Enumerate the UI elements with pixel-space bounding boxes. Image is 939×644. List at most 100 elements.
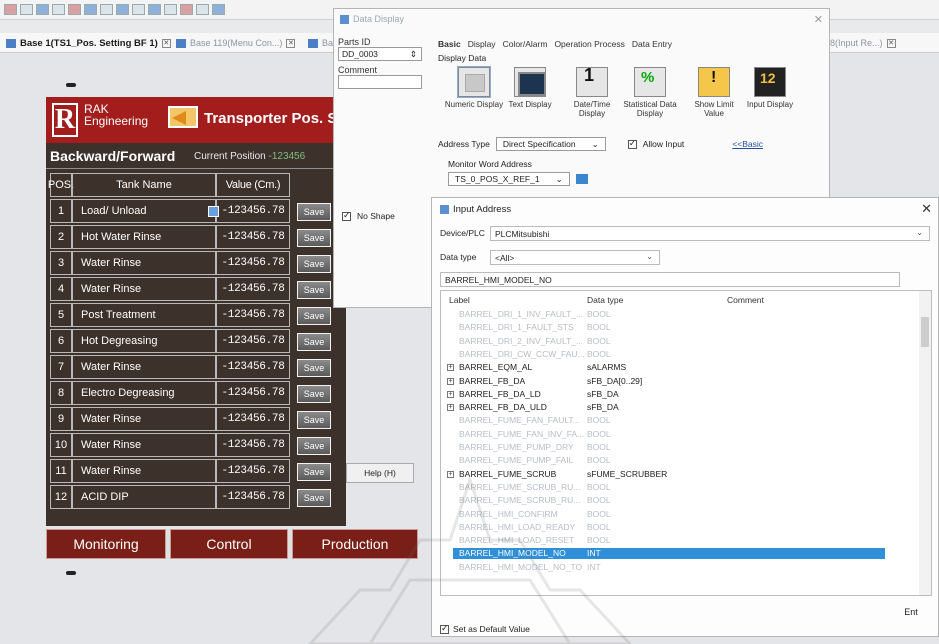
basic-link[interactable]: <<Basic bbox=[732, 139, 763, 149]
tab-base-119[interactable]: Base 119(Menu Con...) ✕ bbox=[176, 36, 296, 50]
list-item[interactable]: BARREL_FUME_PUMP_DRY BOOL bbox=[441, 442, 921, 453]
list-item[interactable]: BARREL_FUME_PUMP_FAIL BOOL bbox=[441, 455, 921, 466]
comment-field[interactable] bbox=[338, 75, 422, 89]
option-statistical-display[interactable]: Statistical Data Display bbox=[620, 67, 680, 118]
list-item[interactable]: + BARREL_FB_DA sFB_DA[0..29] bbox=[441, 376, 921, 387]
row-value-input[interactable]: -123456.78 bbox=[216, 355, 290, 379]
row-value-input[interactable]: -123456.78 bbox=[216, 277, 290, 301]
toolbar-icon[interactable] bbox=[4, 4, 17, 15]
option-input-display[interactable]: Input Display bbox=[740, 67, 800, 109]
expand-icon[interactable]: + bbox=[447, 364, 454, 372]
list-item[interactable]: + BARREL_FB_DA_LD sFB_DA bbox=[441, 389, 921, 400]
tab-color-alarm[interactable]: Color/Alarm bbox=[503, 39, 548, 49]
monitor-address-select[interactable]: TS_0_POS_X_REF_1 ⌄ bbox=[448, 172, 570, 186]
toolbar-icon[interactable] bbox=[180, 4, 193, 15]
toolbar-icon[interactable] bbox=[132, 4, 145, 15]
toolbar-icon[interactable] bbox=[84, 4, 97, 15]
save-button[interactable]: Save bbox=[297, 489, 331, 507]
vertical-scrollbar[interactable] bbox=[919, 291, 931, 595]
list-item[interactable]: BARREL_DRI_1_FAULT_STS BOOL bbox=[441, 322, 921, 333]
edit-marker-icon[interactable] bbox=[208, 206, 219, 217]
list-item[interactable]: + BARREL_EQM_AL sALARMS bbox=[441, 362, 921, 373]
nav-control-button[interactable]: Control bbox=[170, 529, 288, 559]
list-item[interactable]: BARREL_DRI_1_INV_FAULT_... BOOL bbox=[441, 309, 921, 320]
parts-id-field[interactable]: DD_0003 ⇕ bbox=[338, 47, 422, 61]
list-item[interactable]: BARREL_HMI_LOAD_RESET BOOL bbox=[441, 535, 921, 546]
scrollbar-thumb[interactable] bbox=[921, 317, 929, 347]
row-value-input[interactable]: -123456.78 bbox=[216, 433, 290, 457]
set-default-checkbox[interactable] bbox=[440, 623, 449, 634]
option-datetime-display[interactable]: Date/Time Display bbox=[562, 67, 622, 118]
save-button[interactable]: Save bbox=[297, 333, 331, 351]
row-value-input[interactable]: -123456.78 bbox=[208, 199, 290, 223]
save-button[interactable]: Save bbox=[297, 411, 331, 429]
toolbar-icon[interactable] bbox=[52, 4, 65, 15]
close-icon[interactable]: ✕ bbox=[286, 38, 296, 48]
device-select[interactable]: PLCMitsubishi ⌄ bbox=[490, 226, 930, 241]
option-text-display[interactable]: Text Display bbox=[500, 67, 560, 109]
tab-operation-process[interactable]: Operation Process bbox=[554, 39, 624, 49]
option-show-limit-value[interactable]: Show Limit Value bbox=[684, 67, 744, 118]
list-item[interactable]: + BARREL_FB_DA_ULD sFB_DA bbox=[441, 402, 921, 413]
spinner-icon[interactable]: ⇕ bbox=[410, 49, 417, 60]
tab-data-entry[interactable]: Data Entry bbox=[632, 39, 672, 49]
address-type-select[interactable]: Direct Specification ⌄ bbox=[495, 137, 606, 151]
tab-base-1[interactable]: Base 1(TS1_Pos. Setting BF 1) ✕ bbox=[6, 36, 171, 50]
save-button[interactable]: Save bbox=[297, 385, 331, 403]
no-shape-checkbox[interactable] bbox=[342, 210, 351, 221]
save-button[interactable]: Save bbox=[297, 229, 331, 247]
toolbar-icon[interactable] bbox=[196, 4, 209, 15]
option-numeric-display[interactable]: Numeric Display bbox=[444, 66, 504, 109]
row-value-input[interactable]: -123456.78 bbox=[216, 407, 290, 431]
expand-icon[interactable]: + bbox=[447, 377, 454, 385]
nav-monitoring-button[interactable]: Monitoring bbox=[46, 529, 166, 559]
list-item[interactable]: BARREL_HMI_LOAD_READY BOOL bbox=[441, 522, 921, 533]
list-item[interactable]: BARREL_FUME_FAN_INV_FA... BOOL bbox=[441, 429, 921, 440]
address-picker-icon[interactable] bbox=[575, 174, 588, 184]
row-value-input[interactable]: -123456.78 bbox=[216, 329, 290, 353]
list-item[interactable]: BARREL_HMI_CONFIRM BOOL bbox=[441, 509, 921, 520]
list-item[interactable]: + BARREL_FUME_SCRUB sFUME_SCRUBBER bbox=[441, 469, 921, 480]
close-icon[interactable]: ✕ bbox=[161, 38, 171, 48]
enter-button[interactable]: Ent bbox=[894, 603, 928, 621]
close-icon[interactable]: ✕ bbox=[921, 201, 932, 217]
list-item[interactable]: BARREL_FUME_FAN_FAULT... BOOL bbox=[441, 415, 921, 426]
expand-icon[interactable]: + bbox=[447, 470, 454, 478]
back-arrow-icon[interactable] bbox=[168, 106, 198, 128]
row-value-input[interactable]: -123456.78 bbox=[216, 225, 290, 249]
list-item[interactable]: BARREL_HMI_MODEL_NO INT bbox=[453, 548, 885, 560]
close-icon[interactable]: ✕ bbox=[886, 38, 896, 48]
resize-handle[interactable] bbox=[66, 83, 76, 87]
datatype-select[interactable]: <All> ⌄ bbox=[490, 250, 660, 265]
save-button[interactable]: Save bbox=[297, 463, 331, 481]
save-button[interactable]: Save bbox=[297, 437, 331, 455]
list-item[interactable]: BARREL_FUME_SCRUB_RU... BOOL bbox=[441, 482, 921, 493]
toolbar-icon[interactable] bbox=[212, 4, 225, 15]
toolbar-icon[interactable] bbox=[148, 4, 161, 15]
toolbar-icon[interactable] bbox=[36, 4, 49, 15]
expand-icon[interactable]: + bbox=[447, 390, 454, 398]
list-item[interactable]: BARREL_HMI_MODEL_NO_TO INT bbox=[441, 562, 921, 573]
list-item[interactable]: BARREL_DRI_CW_CCW_FAU... BOOL bbox=[441, 349, 921, 360]
toolbar-icon[interactable] bbox=[20, 4, 33, 15]
toolbar-icon[interactable] bbox=[68, 4, 81, 15]
help-button[interactable]: Help (H) bbox=[346, 463, 414, 483]
list-item[interactable]: BARREL_FUME_SCRUB_RU... BOOL bbox=[441, 495, 921, 506]
toolbar-icon[interactable] bbox=[116, 4, 129, 15]
save-button[interactable]: Save bbox=[297, 359, 331, 377]
row-value-input[interactable]: -123456.78 bbox=[216, 251, 290, 275]
toolbar-icon[interactable] bbox=[100, 4, 113, 15]
label-search-input[interactable]: BARREL_HMI_MODEL_NO bbox=[440, 272, 900, 287]
tab-basic[interactable]: Basic bbox=[438, 39, 461, 49]
row-value-input[interactable]: -123456.78 bbox=[216, 381, 290, 405]
expand-icon[interactable]: + bbox=[447, 404, 454, 412]
resize-handle[interactable] bbox=[66, 571, 76, 575]
save-button[interactable]: Save bbox=[297, 203, 331, 221]
tab-base-other[interactable]: Ba bbox=[308, 36, 333, 50]
tab-display[interactable]: Display bbox=[468, 39, 496, 49]
row-value-input[interactable]: -123456.78 bbox=[216, 303, 290, 327]
save-button[interactable]: Save bbox=[297, 307, 331, 325]
allow-input-checkbox[interactable] bbox=[627, 138, 637, 149]
row-value-input[interactable]: -123456.78 bbox=[216, 459, 290, 483]
nav-production-button[interactable]: Production bbox=[292, 529, 418, 559]
